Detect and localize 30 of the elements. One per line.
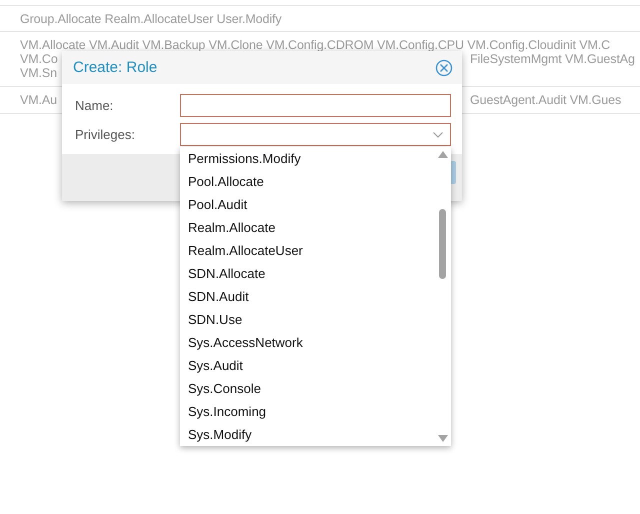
list-item[interactable]: Pool.Allocate: [180, 170, 436, 193]
chevron-down-icon: [433, 132, 443, 138]
privileges-text: VM.Au: [20, 93, 58, 107]
list-item[interactable]: Sys.Audit: [180, 354, 436, 377]
scrollbar-thumb[interactable]: [439, 209, 446, 279]
name-field[interactable]: [180, 94, 451, 117]
list-item[interactable]: SDN.Audit: [180, 285, 436, 308]
list-item[interactable]: Sys.Incoming: [180, 400, 436, 423]
privileges-text: VM.Allocate VM.Audit VM.Backup VM.Clone VM.Config.CDROM VM.Config.CPU VM.Config.Cloudinit VM.C: [20, 38, 610, 52]
privileges-combobox[interactable]: [180, 123, 451, 146]
list-item[interactable]: Realm.Allocate: [180, 216, 436, 239]
dialog-title: Create: Role: [73, 59, 158, 76]
list-item[interactable]: Permissions.Modify: [180, 147, 436, 170]
list-item[interactable]: Pool.Audit: [180, 193, 436, 216]
privileges-text: VM.Sn: [20, 66, 58, 80]
field-label: Privileges:: [75, 127, 136, 142]
field-label: Name:: [75, 98, 114, 113]
list-item[interactable]: Sys.Console: [180, 377, 436, 400]
list-item[interactable]: Realm.AllocateUser: [180, 239, 436, 262]
privileges-text: FileSystemMgmt VM.GuestAg: [470, 52, 635, 66]
close-icon[interactable]: [435, 58, 453, 76]
list-item[interactable]: SDN.Allocate: [180, 262, 436, 285]
scroll-up-icon[interactable]: [438, 151, 448, 158]
privileges-text: Group.Allocate Realm.AllocateUser User.Modify: [20, 12, 282, 26]
list-item[interactable]: SDN.Use: [180, 308, 436, 331]
privileges-text: VM.Co: [20, 52, 58, 66]
list-item[interactable]: Sys.AccessNetwork: [180, 331, 436, 354]
scroll-down-icon[interactable]: [438, 435, 448, 442]
list-item[interactable]: Sys.Modify: [180, 423, 436, 446]
privileges-text: GuestAgent.Audit VM.Gues: [470, 93, 622, 107]
